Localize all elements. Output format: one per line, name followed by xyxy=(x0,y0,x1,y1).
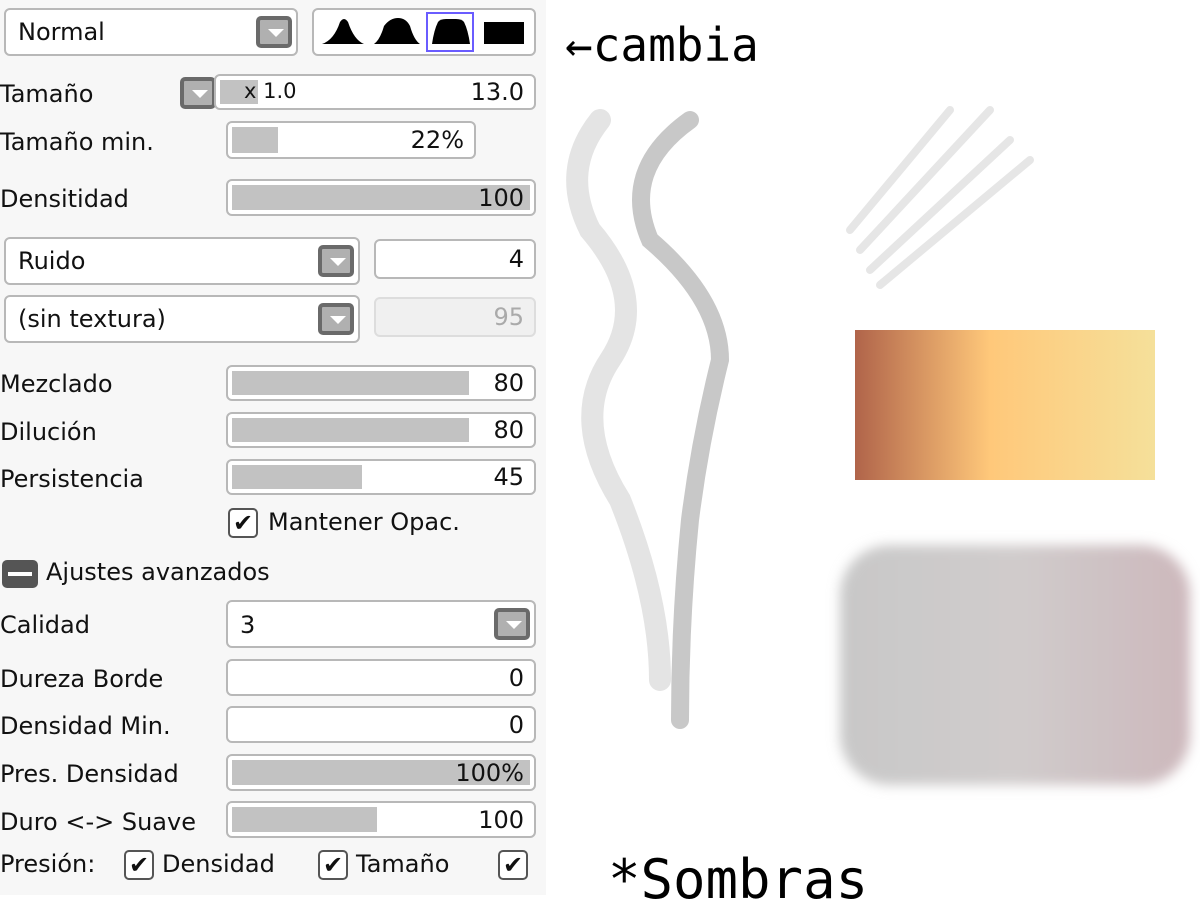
noise-value: 4 xyxy=(508,245,524,273)
size-slider[interactable]: x 1.0 13.0 xyxy=(214,74,536,110)
annotation-change: ←cambia xyxy=(565,18,759,72)
min-size-value: 22% xyxy=(410,126,464,154)
quality-value: 3 xyxy=(240,611,256,639)
edge-hardness-slider[interactable]: 0 xyxy=(226,659,536,696)
min-density-label: Densidad Min. xyxy=(0,712,171,740)
noise-slider[interactable]: 4 xyxy=(374,239,536,279)
blending-value: 80 xyxy=(493,369,524,397)
pressure-extra-checkbox[interactable]: ✔ xyxy=(498,850,528,880)
brush-settings-panel: Normal Tamaño x 1.0 13.0 Tamaño min. 22%… xyxy=(0,0,546,895)
pressure-size-checkbox[interactable]: ✔ xyxy=(318,850,348,880)
hard-soft-value: 100 xyxy=(478,805,524,834)
chevron-down-icon xyxy=(494,608,530,640)
pressure-density-label: Pres. Densidad xyxy=(0,760,179,788)
noise-type: Ruido xyxy=(18,247,86,275)
annotation-shadows: *Sombras xyxy=(608,848,869,911)
noise-dropdown[interactable]: Ruido xyxy=(4,237,360,285)
size-multiplier: x 1.0 xyxy=(244,79,297,103)
min-size-slider[interactable]: 22% xyxy=(226,121,476,159)
chevron-down-icon xyxy=(256,16,292,48)
brush-shape-selector xyxy=(312,8,536,56)
edge-hardness-label: Dureza Borde xyxy=(0,665,164,693)
pressure-density-option-label: Densidad xyxy=(162,850,275,878)
wavy-stroke-light xyxy=(566,109,671,691)
pressure-density-slider[interactable]: 100% xyxy=(226,754,536,791)
dilution-value: 80 xyxy=(493,416,524,444)
density-value: 100 xyxy=(478,183,524,212)
dilution-label: Dilución xyxy=(0,418,97,446)
quality-dropdown[interactable]: 3 xyxy=(226,600,536,648)
size-multiplier-button[interactable] xyxy=(180,77,216,109)
persistence-label: Persistencia xyxy=(0,465,144,493)
density-slider[interactable]: 100 xyxy=(226,179,536,216)
density-label: Densitidad xyxy=(0,185,129,213)
chevron-down-icon xyxy=(318,245,354,277)
hard-soft-slider[interactable]: 100 xyxy=(226,801,536,838)
persistence-slider[interactable]: 45 xyxy=(226,459,536,495)
blend-mode-value: Normal xyxy=(18,18,105,46)
blending-slider[interactable]: 80 xyxy=(226,365,536,401)
brush-shape-soft-icon[interactable] xyxy=(322,19,364,44)
texture-strength-value: 95 xyxy=(493,303,524,331)
texture-type: (sin textura) xyxy=(18,305,166,333)
blend-mode-dropdown[interactable]: Normal xyxy=(4,8,298,56)
edge-hardness-value: 0 xyxy=(508,663,524,692)
wavy-stroke-gray xyxy=(632,111,730,729)
blending-label: Mezclado xyxy=(0,370,113,398)
keep-opacity-checkbox[interactable]: ✔ xyxy=(228,508,258,538)
pressure-density-value: 100% xyxy=(455,758,524,787)
pressure-density-checkbox[interactable]: ✔ xyxy=(124,850,154,880)
pressure-size-option-label: Tamaño xyxy=(356,850,450,878)
brush-shape-hard-icon[interactable] xyxy=(432,19,470,44)
collapse-minus-icon[interactable] xyxy=(2,560,38,588)
pressure-label: Presión: xyxy=(0,850,96,878)
chevron-down-icon xyxy=(318,303,354,335)
persistence-value: 45 xyxy=(493,463,524,491)
hatch-strokes xyxy=(846,106,1034,289)
hard-soft-label: Duro <-> Suave xyxy=(0,808,196,836)
brush-shape-flat-icon[interactable] xyxy=(484,22,524,44)
keep-opacity-label: Mantener Opac. xyxy=(268,508,460,536)
min-size-label: Tamaño min. xyxy=(0,128,154,156)
texture-dropdown[interactable]: (sin textura) xyxy=(4,295,360,343)
advanced-settings-label[interactable]: Ajustes avanzados xyxy=(46,558,270,586)
dilution-slider[interactable]: 80 xyxy=(226,412,536,448)
texture-strength-slider: 95 xyxy=(374,297,536,337)
size-value: 13.0 xyxy=(470,78,524,106)
size-label: Tamaño xyxy=(0,80,94,108)
color-gradient-swatch xyxy=(855,330,1155,480)
brush-shape-medium-icon[interactable] xyxy=(374,18,420,44)
min-density-slider[interactable]: 0 xyxy=(226,706,536,743)
blended-shadow-blob xyxy=(840,545,1190,785)
quality-label: Calidad xyxy=(0,611,90,639)
min-density-value: 0 xyxy=(508,710,524,739)
